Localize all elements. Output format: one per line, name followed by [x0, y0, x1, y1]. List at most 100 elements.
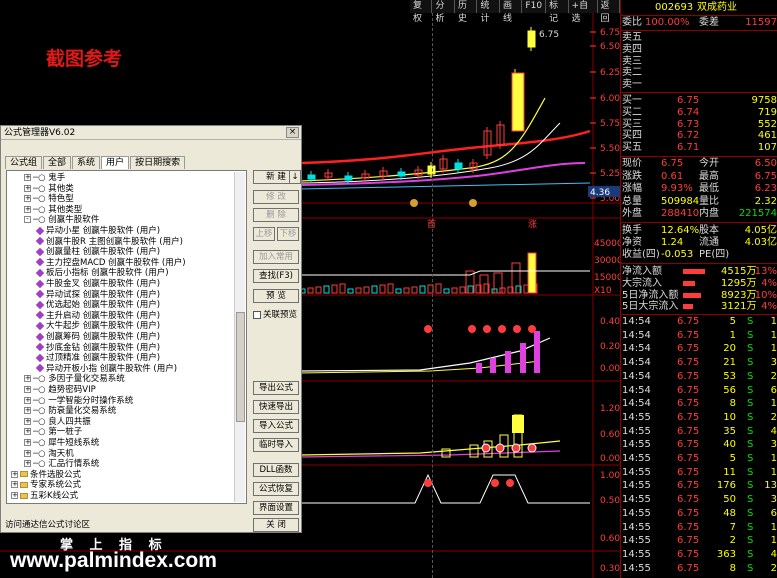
close-icon[interactable]: × — [286, 127, 299, 138]
expand-icon[interactable]: + — [24, 375, 31, 383]
tree-node[interactable]: + 条件选股公式 — [11, 470, 81, 481]
tree-node[interactable]: + ─○ 一学智能分时操作系统 — [24, 396, 133, 407]
checkbox-box[interactable] — [253, 310, 261, 319]
expand-icon[interactable]: + — [24, 184, 31, 192]
expand-icon[interactable]: + — [11, 470, 18, 478]
tick-row: 14:55 6.75 48 S 6 — [621, 508, 777, 520]
expand-icon[interactable]: + — [24, 449, 31, 457]
tree-node[interactable]: 优选起始 创赢牛股软件 (用户) — [35, 300, 160, 311]
tree-node[interactable]: 过顶精准 创赢牛股软件 (用户) — [35, 353, 160, 364]
expand-icon[interactable]: + — [24, 195, 31, 203]
temp-import-button[interactable]: 临时导入 — [253, 438, 299, 452]
formula-tree[interactable]: + ─○ 鬼手 + ─○ 其他类 + ─○ 特色型 + ─○ 其他类型 - ─○ 创赢牛股软件 异动… — [6, 170, 247, 504]
expand-icon[interactable]: - — [24, 216, 31, 224]
modify-button[interactable]: 修 改 — [253, 190, 299, 204]
toolbar-item[interactable]: 返回 — [597, 0, 620, 24]
quote-cell: 1 — [770, 466, 777, 478]
tab-1[interactable]: 全部 — [43, 156, 72, 169]
quick-export-button[interactable]: 快速导出 — [253, 400, 299, 414]
tab-0[interactable]: 公式组 — [5, 156, 43, 169]
toolbar-item[interactable]: F10 — [522, 0, 547, 13]
expand-icon[interactable]: + — [24, 174, 31, 181]
tree-node[interactable]: + ─○ 多因子量化交易系统 — [24, 374, 125, 385]
delete-button[interactable]: 删 除 — [253, 208, 299, 222]
link-preview-checkbox[interactable]: 关联预览 — [253, 309, 301, 321]
tree-node[interactable]: 异动试探 创赢牛股软件 (用户) — [35, 290, 160, 301]
dll-button[interactable]: DLL函数 — [253, 463, 299, 477]
quote-cell: 5 — [729, 316, 736, 327]
tree-node[interactable]: + ─○ 特色型 — [24, 194, 74, 205]
quote-cell: 13 — [764, 480, 777, 492]
tab-3[interactable]: 用户 — [101, 156, 130, 169]
tree-node[interactable]: 创赢牛股R 主图创赢牛股软件 (用户) — [35, 237, 183, 248]
add-common-button[interactable]: 加入常用 — [253, 250, 299, 264]
diamond-icon — [468, 325, 476, 333]
tree-node[interactable]: + ─○ 汇品行情系统 — [24, 459, 99, 470]
expand-icon[interactable]: + — [11, 492, 18, 499]
toolbar-item[interactable]: 历史 — [454, 0, 478, 24]
tree-node[interactable]: 创赢量柱 创赢牛股软件 (用户) — [35, 247, 161, 258]
tree-node[interactable]: + ─○ 第一桩子 — [24, 427, 82, 438]
formula-icon — [35, 332, 45, 341]
expand-icon[interactable]: + — [24, 205, 31, 213]
tree-node[interactable]: + ─○ 趋势密码VIP — [24, 385, 96, 396]
tab-4[interactable]: 按日期搜索 — [130, 156, 186, 169]
toolbar-item[interactable]: 标记 — [546, 0, 569, 24]
tree-node[interactable]: + 专家系统公式 — [11, 480, 81, 491]
tree-node[interactable]: 主升启动 创赢牛股软件 (用户) — [35, 311, 160, 322]
tree-node[interactable]: + ─○ 其他类型 — [24, 205, 82, 216]
expand-icon[interactable]: + — [24, 386, 31, 393]
tree-node[interactable]: 异动小星 创赢牛股软件 (用户) — [35, 226, 160, 237]
forum-hint[interactable]: 访问通达信公式讨论区 — [5, 518, 90, 530]
tree-node[interactable]: + ─○ 其他类 — [24, 184, 74, 195]
find-button[interactable]: 查找(F3) — [253, 269, 299, 283]
quote-cell: S — [747, 343, 754, 355]
formula-icon — [35, 364, 45, 373]
tree-node[interactable]: + 五彩K线公式 — [11, 491, 78, 502]
expand-icon[interactable]: + — [24, 396, 31, 404]
close-button[interactable]: 关 闭 — [253, 518, 299, 532]
tree-node[interactable]: + ─○ 防衰量化交易系统 — [24, 406, 116, 417]
export-button[interactable]: 导出公式 — [253, 381, 299, 395]
tree-node[interactable]: 主力控盘MACD 创赢牛股软件 (用户) — [35, 258, 186, 269]
tree-scrollbar[interactable] — [234, 172, 245, 502]
tab-2[interactable]: 系统 — [72, 156, 101, 169]
ask-row: 卖四 — [621, 44, 777, 56]
ui-settings-button[interactable]: 界面设置 — [253, 501, 299, 515]
tree-node[interactable]: - ─○ 创赢牛股软件 — [24, 215, 99, 226]
tree-node[interactable]: 板后小指标 创赢牛股软件 (用户) — [35, 268, 169, 279]
move-up-button[interactable]: 上移 — [253, 227, 275, 241]
preview-button[interactable]: 预 览 — [253, 289, 299, 303]
tree-node[interactable]: + ─○ 淘天机 — [24, 449, 74, 460]
new-dropdown-arrow-icon[interactable]: ↓ — [289, 170, 301, 184]
expand-icon[interactable]: + — [11, 481, 18, 489]
tree-node[interactable]: + ─○ 犀牛短线系统 — [24, 438, 99, 449]
toolbar-item[interactable]: 复权 — [410, 0, 433, 24]
tree-node[interactable]: 大牛起步 创赢牛股软件 (用户) — [35, 321, 160, 332]
tree-node[interactable]: 牛股金叉 创赢牛股软件 (用户) — [35, 279, 160, 290]
scrollbar-thumb[interactable] — [236, 312, 245, 422]
tree-node[interactable]: + ─○ 鬼手 — [24, 173, 65, 184]
restore-button[interactable]: 公式恢复 — [253, 482, 299, 496]
quote-cell: 买四 — [622, 130, 642, 142]
toolbar-item[interactable]: 分析 — [432, 0, 455, 24]
tree-node[interactable]: 创赢筹码 创赢牛股软件 (用户) — [35, 332, 160, 343]
tree-node[interactable]: 异动开板小指 创赢牛股软件 (用户) — [35, 364, 177, 375]
move-down-button[interactable]: 下移 — [277, 227, 299, 241]
import-button[interactable]: 导入公式 — [253, 419, 299, 433]
toolbar-item[interactable]: 统计 — [477, 0, 500, 24]
tree-node[interactable]: + ─○ 良人四共振 — [24, 417, 91, 428]
toolbar-item[interactable]: 画线 — [499, 0, 523, 24]
expand-icon[interactable]: + — [24, 428, 31, 436]
diamond-icon — [528, 325, 536, 333]
expand-icon[interactable]: + — [24, 460, 31, 468]
expand-icon[interactable]: + — [24, 439, 31, 446]
quote-cell: 净流入额 — [622, 266, 662, 277]
expand-icon[interactable]: + — [24, 417, 31, 425]
quote-cell: 6.75 — [677, 95, 700, 106]
tree-node-label: 创赢量柱 创赢牛股软件 (用户) — [46, 247, 161, 258]
toolbar-item[interactable]: +自选 — [568, 0, 598, 24]
tree-node[interactable]: 抄底金钻 创赢牛股软件 (用户) — [35, 343, 160, 354]
expand-icon[interactable]: + — [24, 407, 31, 415]
quote-cell: 大宗流入 — [622, 277, 662, 289]
